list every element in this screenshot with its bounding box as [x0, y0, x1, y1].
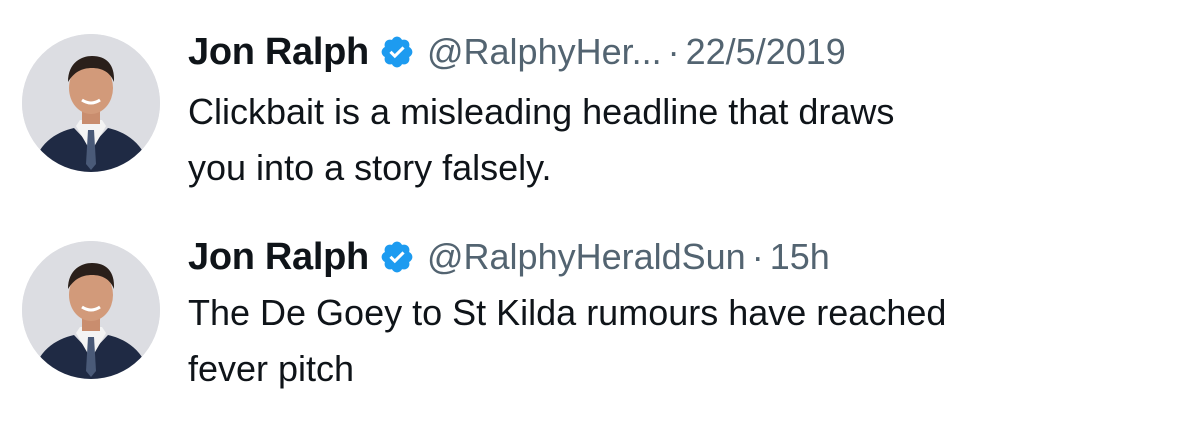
separator-dot: ·	[667, 31, 680, 72]
tweet-header: Jon Ralph @RalphyHeraldSun · 15h	[188, 231, 830, 283]
verified-badge-icon	[379, 239, 415, 275]
tweet-text-line: The De Goey to St Kilda rumours have rea…	[188, 292, 947, 333]
tweet-header: Jon Ralph @RalphyHer... · 22/5/2019	[188, 26, 846, 78]
display-name[interactable]: Jon Ralph	[188, 31, 369, 74]
avatar-portrait-icon	[22, 34, 160, 172]
tweet-text-line: you into a story falsely.	[188, 147, 552, 188]
tweet-text: The De Goey to St Kilda rumours have rea…	[188, 285, 1178, 397]
tweet-text-line: fever pitch	[188, 348, 355, 389]
avatar[interactable]	[22, 34, 160, 172]
timestamp[interactable]: 15h	[770, 236, 830, 278]
verified-badge-icon	[379, 34, 415, 70]
timestamp[interactable]: 22/5/2019	[686, 31, 846, 73]
avatar[interactable]	[22, 241, 160, 379]
tweet[interactable]: Jon Ralph @RalphyHeraldSun · 15h The De …	[0, 215, 1200, 423]
handle[interactable]: @RalphyHer...	[427, 31, 662, 73]
tweet-text-line: Clickbait is a misleading headline that …	[188, 91, 895, 132]
tweet-text: Clickbait is a misleading headline that …	[188, 84, 1178, 196]
tweet[interactable]: Jon Ralph @RalphyHer... · 22/5/2019 Clic…	[0, 0, 1200, 215]
separator-dot: ·	[751, 236, 764, 277]
avatar-portrait-icon	[22, 241, 160, 379]
display-name[interactable]: Jon Ralph	[188, 236, 369, 279]
handle[interactable]: @RalphyHeraldSun	[427, 236, 746, 278]
